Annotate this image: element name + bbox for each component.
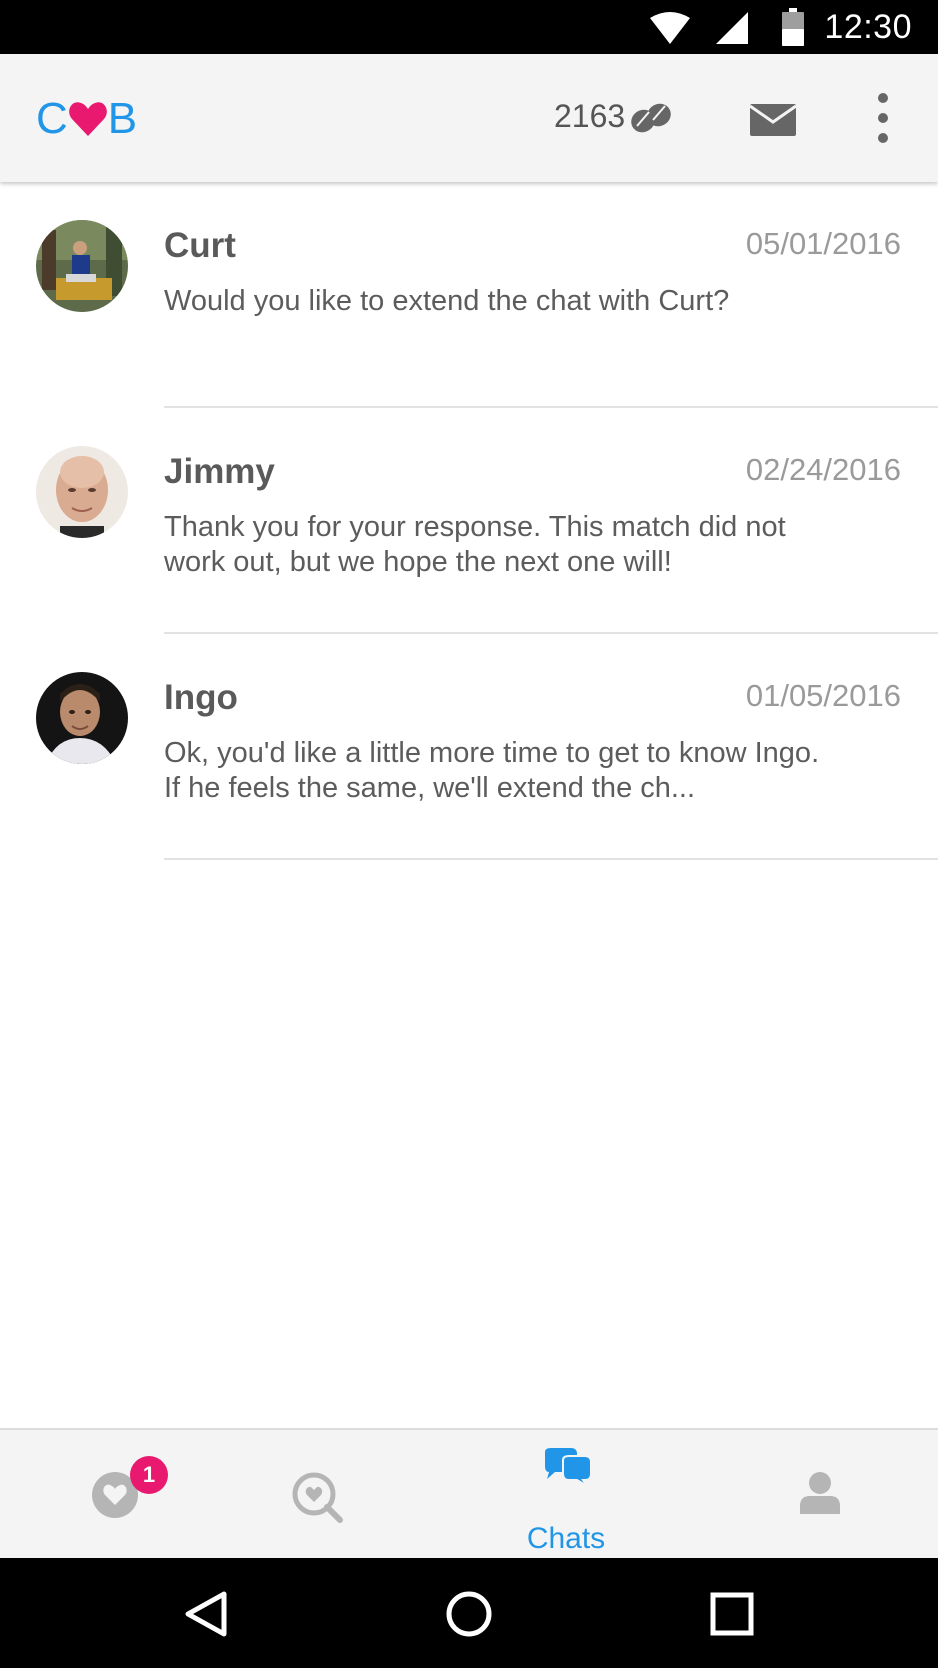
coins-icon: [631, 103, 671, 132]
chat-date: 01/05/2016: [745, 678, 901, 713]
logo-letter-left: C: [36, 94, 68, 143]
chat-name: Ingo: [164, 678, 238, 717]
chat-bubbles-icon: [545, 1448, 592, 1487]
chat-name: Jimmy: [164, 452, 275, 491]
nav-profile[interactable]: [750, 1430, 890, 1558]
chat-date: 05/01/2016: [745, 226, 901, 261]
mail-icon[interactable]: [748, 100, 798, 140]
bottom-navigation: 1 Chats: [0, 1428, 938, 1558]
chat-list: Curt 05/01/2016 Would you like to extend…: [0, 182, 938, 860]
wifi-icon: [650, 12, 690, 44]
profile-icon: [800, 1472, 840, 1514]
chat-list-item[interactable]: Curt 05/01/2016 Would you like to extend…: [0, 182, 938, 408]
chat-preview: Would you like to extend the chat with C…: [164, 285, 730, 317]
notification-badge: 1: [130, 1456, 168, 1494]
overflow-menu-icon[interactable]: [868, 90, 898, 146]
chat-preview: Thank you for your response. This match …: [164, 511, 786, 578]
back-icon[interactable]: [180, 1588, 232, 1640]
recents-icon[interactable]: [706, 1588, 758, 1640]
avatar: [36, 672, 128, 764]
cell-signal-icon: [716, 12, 748, 44]
chat-date: 02/24/2016: [745, 452, 901, 487]
app-bar: C B 2163: [0, 54, 938, 182]
chat-name: Curt: [164, 226, 236, 265]
home-icon[interactable]: [443, 1588, 495, 1640]
logo-letter-right: B: [107, 94, 138, 143]
system-navigation-bar: [0, 1558, 938, 1668]
nav-discover[interactable]: [250, 1430, 390, 1558]
nav-chats-label: Chats: [526, 1522, 606, 1555]
logo-heart-icon: [68, 102, 107, 136]
coin-count: 2163: [554, 98, 626, 134]
discover-search-icon: [292, 1472, 343, 1523]
chat-preview: Ok, you'd like a little more time to get…: [164, 737, 820, 804]
avatar: [36, 220, 128, 312]
status-time: 12:30: [824, 8, 912, 46]
nav-chats[interactable]: Chats: [496, 1430, 636, 1558]
divider: [164, 858, 938, 860]
app-logo[interactable]: C B: [36, 94, 137, 144]
nav-likes[interactable]: 1: [60, 1430, 200, 1558]
chat-list-item[interactable]: Jimmy 02/24/2016 Thank you for your resp…: [0, 408, 938, 634]
coin-balance[interactable]: 2163: [554, 98, 675, 135]
status-bar: 12:30: [0, 0, 938, 54]
battery-icon: [782, 8, 804, 46]
avatar: [36, 446, 128, 538]
chat-list-item[interactable]: Ingo 01/05/2016 Ok, you'd like a little …: [0, 634, 938, 860]
